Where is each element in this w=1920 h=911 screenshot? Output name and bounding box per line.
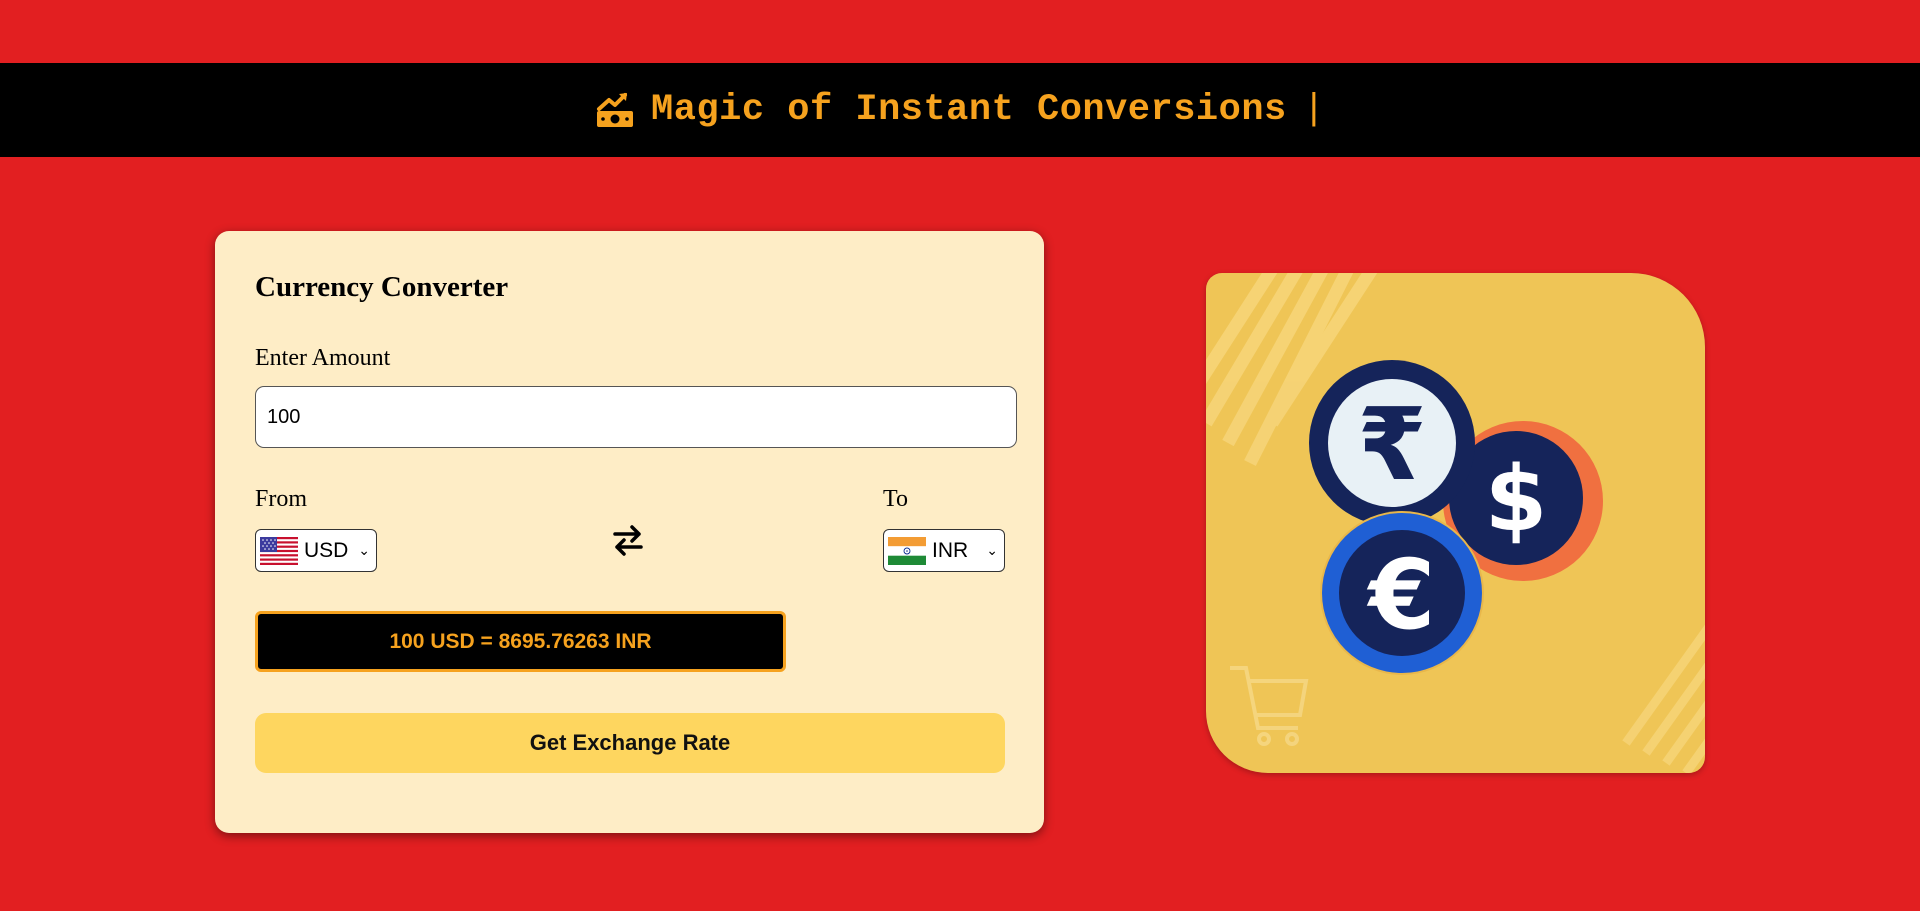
chevron-down-icon: ⌄ xyxy=(358,542,370,558)
converter-title: Currency Converter xyxy=(255,271,509,303)
chevron-down-icon: ⌄ xyxy=(986,542,998,558)
to-currency-code: INR xyxy=(932,538,969,562)
header-content: Magic of Instant Conversions | xyxy=(595,89,1325,131)
us-flag-icon xyxy=(260,536,298,565)
amount-input[interactable] xyxy=(255,386,1017,448)
money-chart-icon xyxy=(597,93,634,127)
from-currency-select[interactable]: USD ⌄ xyxy=(255,529,377,572)
to-label: To xyxy=(883,486,908,512)
from-label: From xyxy=(255,486,308,512)
rupee-coin-icon: ₹ xyxy=(1309,360,1475,526)
euro-symbol: € xyxy=(1367,539,1436,651)
illustration-graphic: $ ₹ € xyxy=(1206,273,1705,773)
euro-coin-icon: € xyxy=(1320,511,1484,675)
banner-title: Magic of Instant Conversions xyxy=(651,89,1287,131)
from-currency-code: USD xyxy=(304,538,349,562)
conversion-result: 100 USD = 8695.76263 INR xyxy=(255,611,786,672)
typing-caret: | xyxy=(1302,89,1325,131)
dollar-symbol: $ xyxy=(1485,447,1548,552)
swap-arrows-icon[interactable] xyxy=(612,522,644,558)
india-flag-icon xyxy=(888,536,926,565)
to-currency-select[interactable]: INR ⌄ xyxy=(883,529,1005,572)
header-banner: Magic of Instant Conversions | xyxy=(0,63,1920,157)
converter-card: Currency Converter Enter Amount From To … xyxy=(215,231,1044,833)
cart-icon xyxy=(1230,666,1309,746)
rupee-symbol: ₹ xyxy=(1357,386,1427,503)
amount-label: Enter Amount xyxy=(255,345,391,371)
get-exchange-rate-button[interactable]: Get Exchange Rate xyxy=(255,713,1005,773)
currency-illustration: $ ₹ € xyxy=(1206,273,1705,773)
